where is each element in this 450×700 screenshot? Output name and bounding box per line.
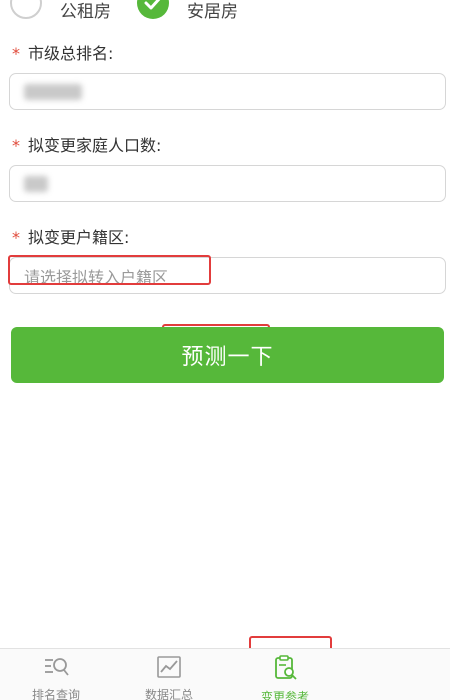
tab-placeholder [344, 649, 450, 700]
district-label: * 拟变更户籍区: [12, 224, 129, 248]
predict-button[interactable]: 预测一下 [11, 327, 444, 383]
tab-label: 数据汇总 [144, 688, 193, 700]
redacted-value [24, 83, 82, 100]
search-list-icon [42, 655, 70, 683]
rank-label: * 市级总排名: [12, 40, 113, 64]
housing-type-radio-group: 公租房 安居房 [10, 0, 264, 22]
required-mark: * [12, 44, 20, 63]
redacted-value [24, 175, 48, 192]
district-placeholder: 请选择拟转入户籍区 [24, 267, 169, 287]
district-label-text: 拟变更户籍区: [28, 228, 130, 247]
tab-label: 排名查询 [31, 688, 80, 700]
tab-change-reference[interactable]: 变更参考 [226, 649, 344, 700]
tab-label: 变更参考 [260, 690, 309, 700]
radio-unchecked-icon [10, 0, 42, 19]
district-select[interactable]: 请选择拟转入户籍区 [9, 257, 446, 294]
radio-checked-icon [137, 0, 169, 19]
family-size-label: * 拟变更家庭人口数: [12, 132, 161, 156]
rank-input[interactable] [9, 73, 446, 110]
required-mark: * [12, 136, 20, 155]
clipboard-search-icon [271, 655, 299, 685]
radio-settled-housing[interactable]: 安居房 [137, 0, 238, 22]
family-size-input[interactable] [9, 165, 446, 202]
radio-label: 公租房 [60, 1, 111, 22]
radio-public-rental[interactable]: 公租房 [10, 0, 111, 22]
required-mark: * [12, 228, 20, 247]
bottom-tab-bar: 排名查询 数据汇总 变更参考 [0, 648, 450, 700]
radio-label: 安居房 [187, 1, 238, 22]
rank-label-text: 市级总排名: [28, 44, 114, 63]
family-size-label-text: 拟变更家庭人口数: [28, 136, 162, 155]
chart-trend-icon [155, 655, 183, 683]
tab-rank-query[interactable]: 排名查询 [0, 649, 112, 700]
tab-data-summary[interactable]: 数据汇总 [112, 649, 226, 700]
